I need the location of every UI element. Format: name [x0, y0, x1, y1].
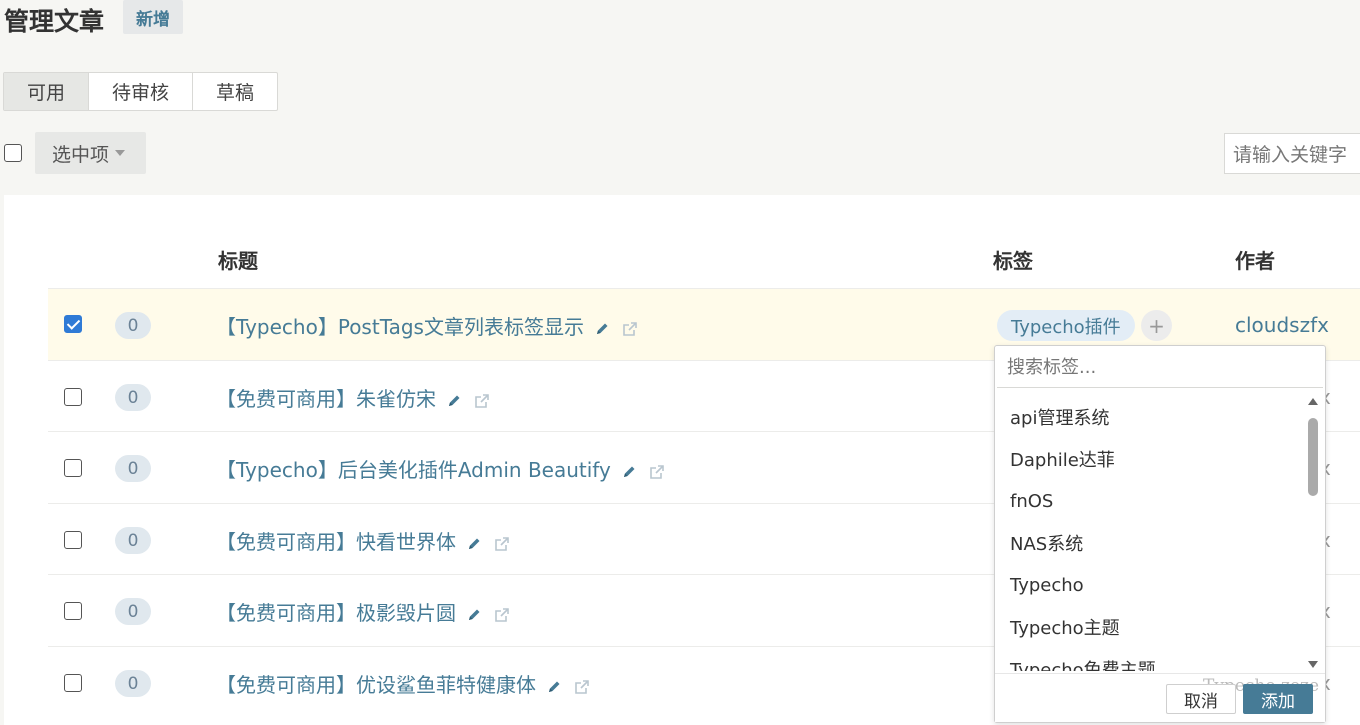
caret-down-icon [115, 150, 126, 156]
tag-chip[interactable]: Typecho插件 [997, 310, 1135, 341]
comment-count-badge[interactable]: 0 [115, 527, 151, 554]
post-title-text[interactable]: 【免费可商用】极影毁片圆 [216, 597, 456, 626]
column-header-title: 标题 [218, 249, 258, 273]
post-title-link[interactable]: 【免费可商用】极影毁片圆 [216, 597, 510, 626]
external-link-icon[interactable] [622, 318, 638, 336]
scroll-down-arrow-icon[interactable] [1308, 661, 1318, 668]
scroll-up-arrow-icon[interactable] [1308, 398, 1318, 405]
tag-option[interactable]: Typecho免费主题 [995, 648, 1305, 671]
row-checkbox[interactable] [64, 602, 82, 620]
tab-pending[interactable]: 待审核 [89, 73, 193, 110]
tag-option[interactable]: Typecho主题 [995, 606, 1305, 648]
tag-option[interactable]: api管理系统 [995, 396, 1305, 438]
status-tabs: 可用 待审核 草稿 [3, 72, 278, 111]
edit-pencil-icon[interactable] [594, 318, 610, 334]
tag-options-list: api管理系统 Daphile达菲 fnOS NAS系统 Typecho Typ… [995, 396, 1305, 671]
tag-popup-footer: Typecho zeze 取消 添加 [995, 673, 1325, 722]
tag-list-scrollbar[interactable] [1305, 398, 1321, 668]
post-title-link[interactable]: 【免费可商用】朱雀仿宋 [216, 383, 490, 412]
post-title-text[interactable]: 【免费可商用】快看世界体 [216, 526, 456, 555]
tag-option[interactable]: Typecho [995, 564, 1305, 606]
post-title-text[interactable]: 【Typecho】PostTags文章列表标签显示 [216, 311, 584, 340]
post-title-text[interactable]: 【免费可商用】朱雀仿宋 [216, 383, 436, 412]
tag-option[interactable]: Daphile达菲 [995, 438, 1305, 480]
page-title: 管理文章 [4, 7, 105, 36]
external-link-icon[interactable] [474, 390, 490, 408]
edit-pencil-icon[interactable] [466, 604, 482, 620]
edit-pencil-icon[interactable] [621, 461, 637, 477]
post-title-link[interactable]: 【Typecho】后台美化插件Admin Beautify [216, 454, 665, 483]
external-link-icon[interactable] [494, 604, 510, 622]
comment-count-badge[interactable]: 0 [115, 670, 151, 697]
scroll-thumb[interactable] [1308, 418, 1318, 496]
tag-option[interactable]: fnOS [995, 480, 1305, 522]
author-link[interactable]: cloudszfx [1235, 313, 1329, 337]
post-title-text[interactable]: 【Typecho】后台美化插件Admin Beautify [216, 454, 611, 483]
comment-count-badge[interactable]: 0 [115, 598, 151, 625]
external-link-icon[interactable] [574, 676, 590, 694]
comment-count-badge[interactable]: 0 [115, 312, 151, 339]
post-title-link[interactable]: 【免费可商用】优设鲨鱼菲特健康体 [216, 669, 590, 698]
add-tag-button[interactable]: 添加 [1243, 684, 1313, 714]
external-link-icon[interactable] [494, 533, 510, 551]
edit-pencil-icon[interactable] [546, 676, 562, 692]
cancel-button[interactable]: 取消 [1166, 684, 1236, 714]
selected-actions-label: 选中项 [52, 143, 110, 166]
post-title-text[interactable]: 【免费可商用】优设鲨鱼菲特健康体 [216, 669, 536, 698]
tab-available[interactable]: 可用 [4, 73, 89, 110]
row-checkbox[interactable] [64, 459, 82, 477]
row-checkbox[interactable] [64, 388, 82, 406]
tag-picker-popup: api管理系统 Daphile达菲 fnOS NAS系统 Typecho Typ… [994, 345, 1326, 723]
tab-draft[interactable]: 草稿 [193, 73, 277, 110]
edit-pencil-icon[interactable] [446, 390, 462, 406]
row-checkbox[interactable] [64, 674, 82, 692]
post-title-link[interactable]: 【Typecho】PostTags文章列表标签显示 [216, 311, 638, 340]
tag-option[interactable]: NAS系统 [995, 522, 1305, 564]
add-tag-icon[interactable]: + [1141, 310, 1172, 341]
post-title-link[interactable]: 【免费可商用】快看世界体 [216, 526, 510, 555]
edit-pencil-icon[interactable] [466, 533, 482, 549]
select-all-checkbox[interactable] [4, 144, 22, 162]
keyword-search-input[interactable]: 请输入关键字 [1224, 133, 1360, 174]
column-header-tags: 标签 [993, 249, 1033, 273]
tag-search-input[interactable] [997, 348, 1323, 388]
column-header-author: 作者 [1235, 249, 1275, 273]
external-link-icon[interactable] [649, 461, 665, 479]
row-checkbox[interactable] [64, 315, 82, 333]
comment-count-badge[interactable]: 0 [115, 384, 151, 411]
new-post-button[interactable]: 新增 [123, 0, 183, 34]
comment-count-badge[interactable]: 0 [115, 455, 151, 482]
selected-actions-dropdown[interactable]: 选中项 [35, 132, 146, 174]
row-checkbox[interactable] [64, 531, 82, 549]
